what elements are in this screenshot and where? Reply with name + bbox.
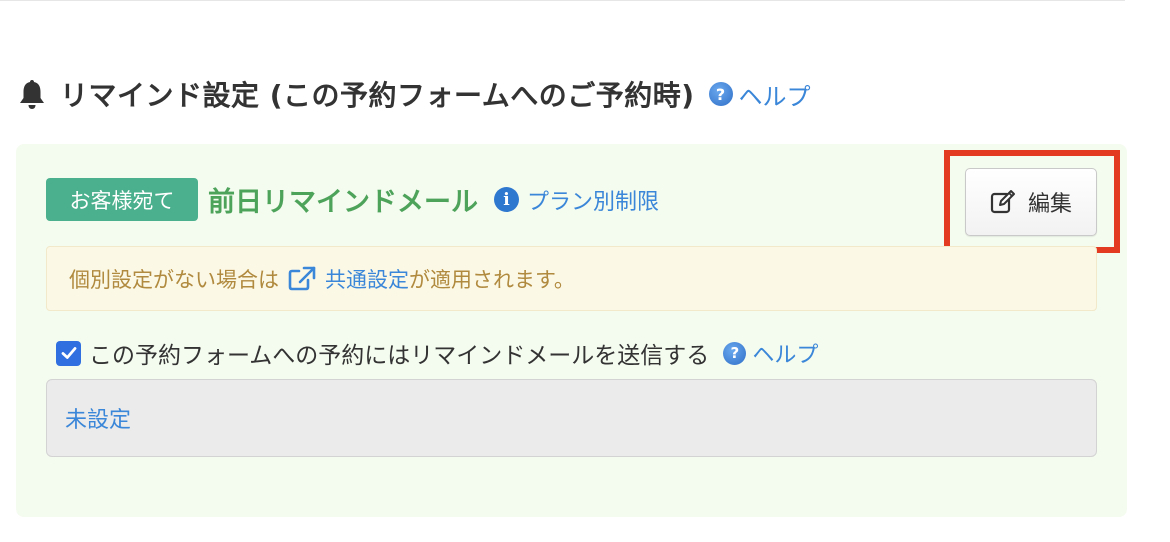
plan-limit-link[interactable]: i プラン別制限: [494, 178, 659, 221]
edit-button-label: 編集: [1027, 192, 1072, 217]
checkbox-help-label: ヘルプ: [752, 343, 819, 368]
edit-button[interactable]: 編集: [965, 168, 1097, 236]
unset-box: 未設定: [46, 379, 1097, 457]
section-help-label: ヘルプ: [738, 82, 811, 111]
external-link-icon: [288, 266, 316, 290]
unset-link[interactable]: 未設定: [65, 402, 131, 434]
reminder-mail-title: 前日リマインドメール: [208, 187, 478, 218]
edit-icon: [990, 190, 1015, 214]
send-reminder-label[interactable]: この予約フォームへの予約にはリマインドメールを送信する: [89, 336, 709, 370]
recipient-badge: お客様宛て: [46, 178, 198, 221]
notice-suffix: が適用されます。: [409, 267, 575, 292]
notice-prefix: 個別設定がない場合は: [69, 267, 279, 292]
section-header: リマインド設定 (この予約フォームへのご予約時) ? ヘルプ: [18, 72, 811, 116]
plan-limit-label: プラン別制限: [527, 189, 660, 215]
checkbox-help-link[interactable]: ? ヘルプ: [723, 337, 818, 369]
reminder-panel: お客様宛て 前日リマインドメール i プラン別制限 編集 個別設定がない場合は …: [16, 144, 1127, 517]
send-reminder-row: この予約フォームへの予約にはリマインドメールを送信する ? ヘルプ: [56, 337, 818, 369]
top-divider: [0, 0, 1125, 1]
question-circle-icon: ?: [708, 82, 733, 106]
send-reminder-checkbox[interactable]: [56, 340, 81, 366]
check-icon: [61, 347, 76, 359]
notice-box: 個別設定がない場合は 共通設定 が適用されます。: [46, 246, 1097, 311]
bell-icon: [20, 80, 44, 109]
question-circle-icon: ?: [723, 341, 747, 365]
section-title: リマインド設定 (この予約フォームへのご予約時): [60, 79, 695, 112]
info-circle-icon: i: [494, 187, 519, 212]
section-help-link[interactable]: ? ヘルプ: [708, 77, 811, 112]
common-settings-label: 共通設定: [325, 267, 409, 292]
common-settings-link[interactable]: 共通設定: [287, 264, 409, 294]
